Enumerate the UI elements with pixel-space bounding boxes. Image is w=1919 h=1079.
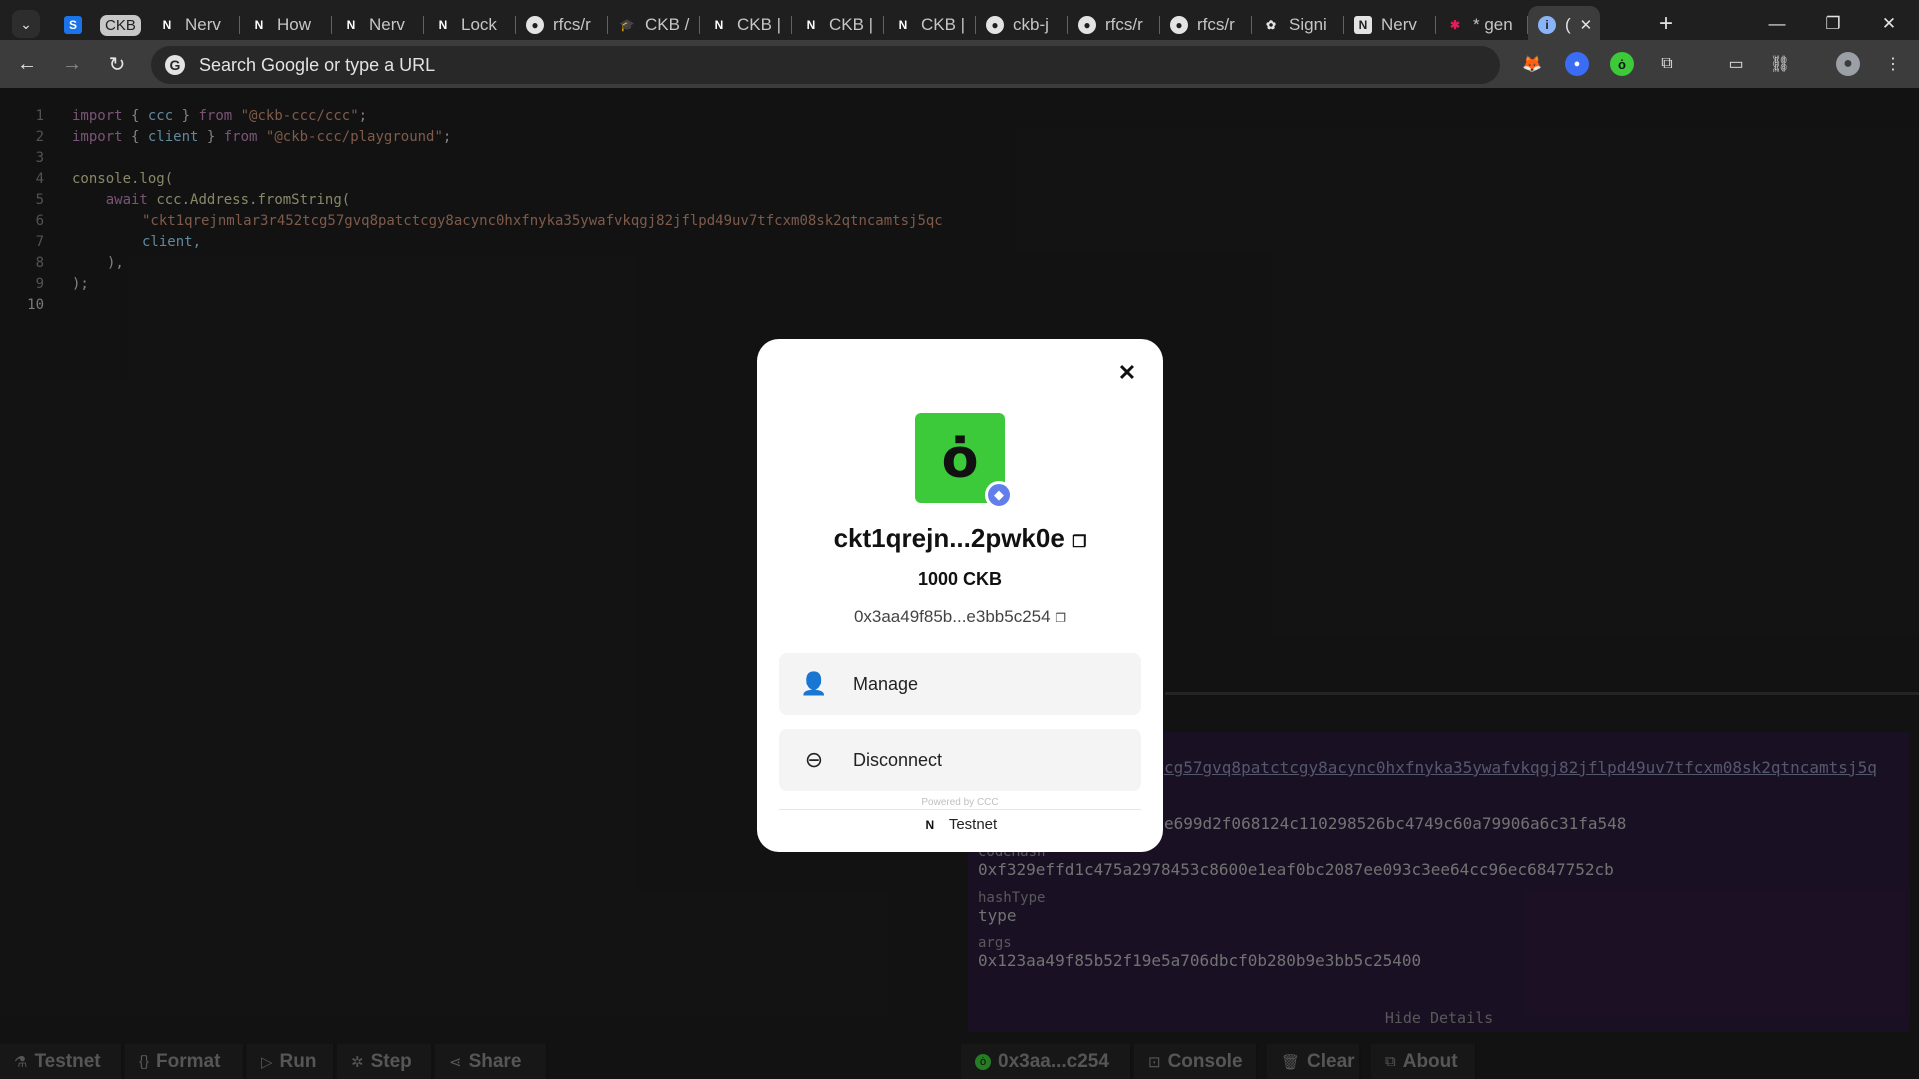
network-indicator[interactable]: N Testnet (779, 809, 1141, 839)
profile-avatar-icon[interactable]: ● (1836, 52, 1860, 76)
playground-page: 1 import { ccc } from "@ckb-ccc/ccc"; 2 … (0, 88, 1919, 1079)
cast-screen-icon[interactable]: ▭ (1724, 52, 1748, 76)
address-title[interactable]: ckt1qrejn...2pwk0e ❐ (757, 523, 1163, 554)
tab-nervos-5[interactable]: N CKB | (700, 6, 792, 44)
openai-icon: ✿ (1265, 18, 1277, 32)
nervos-icon: N (714, 18, 724, 32)
disconnect-button[interactable]: ⊖ Disconnect (779, 729, 1141, 791)
more-menu-icon[interactable]: ⋮ (1881, 52, 1905, 76)
tab-label: CKB | (829, 15, 874, 34)
tab-label: Nerv (1381, 15, 1417, 34)
nervos-icon: N (806, 18, 816, 32)
graduation-icon: 🎓 (619, 18, 635, 32)
tab-github-1[interactable]: ● rfcs/r (516, 6, 608, 44)
tab-label: rfcs/r (1197, 15, 1235, 34)
close-icon[interactable]: ✕ (1114, 360, 1140, 386)
nervos-box-icon: N (1354, 16, 1372, 34)
wallet-glyph-icon: ȯ (941, 426, 979, 490)
disconnect-label: Disconnect (853, 749, 943, 770)
close-tab-icon[interactable]: ✕ (1580, 16, 1593, 34)
tab-label: CKB (100, 14, 141, 36)
manage-button[interactable]: 👤 Manage (779, 653, 1141, 715)
tab-nervos-1[interactable]: N Nerv (148, 6, 240, 44)
tab-github-2[interactable]: ● ckb-j (976, 6, 1068, 44)
tab-label: How (277, 15, 312, 34)
tab-label: * gen (1473, 15, 1513, 34)
tab-label: Signi (1289, 15, 1327, 34)
user-icon: 👤 (800, 671, 828, 696)
tab-nervos-2[interactable]: N How (240, 6, 332, 44)
nervos-icon: N (162, 18, 172, 32)
nervos-icon: N (438, 18, 448, 32)
tab-label: ( (1565, 15, 1571, 34)
eth-address[interactable]: 0x3aa49f85b...e3bb5c254 ❐ (757, 607, 1163, 627)
tab-search-dropdown-icon[interactable]: ⌄ (12, 10, 40, 38)
network-label: Testnet (948, 816, 998, 833)
nervos-icon: N (346, 18, 356, 32)
reload-icon[interactable]: ↻ (103, 50, 131, 78)
tab-label: CKB | (921, 15, 966, 34)
ethereum-icon: ◆ (985, 481, 1013, 509)
tab-nervos-7[interactable]: N CKB | (884, 6, 976, 44)
tab-list: S CKB N Nerv N How N Nerv N Lock ● rfcs/r 🎓 CK… (56, 6, 1600, 44)
tab-label: Nerv (369, 15, 405, 34)
balance: 1000 CKB (917, 569, 1003, 589)
tab-github-4[interactable]: ● rfcs/r (1160, 6, 1252, 44)
tab-label: rfcs/r (553, 15, 591, 34)
tab-label: Lock (461, 15, 497, 34)
tab-ckb-academy[interactable]: 🎓 CKB / (608, 6, 700, 44)
tab-nervos-3[interactable]: N Nerv (332, 6, 424, 44)
address-bar-placeholder: Search Google or type a URL (199, 54, 436, 75)
tab-nervos-4[interactable]: N Lock (424, 6, 516, 44)
tab-nervos-6[interactable]: N CKB | (792, 6, 884, 44)
tab-nervos-box[interactable]: N Nerv (1344, 6, 1436, 44)
metamask-fox-icon[interactable]: 🦊 (1520, 52, 1544, 76)
tab-openai[interactable]: ✿ Signi (1252, 6, 1344, 44)
github-icon: ● (1170, 16, 1188, 34)
browser-toolbar: ← → ↻ G Search Google or type a URL 🦊 ● … (0, 40, 1919, 88)
utxo-wallet-extension-icon[interactable]: ȯ (1610, 52, 1634, 76)
manage-label: Manage (853, 673, 919, 694)
copy-icon[interactable]: ❐ (1055, 611, 1066, 625)
slack-icon: ✱ (1449, 18, 1461, 32)
window-close-icon[interactable]: ✕ (1866, 6, 1912, 42)
tab-ckb[interactable]: CKB (92, 6, 148, 44)
logout-icon: ⊖ (804, 747, 824, 772)
tab-slack[interactable]: ✱ * gen (1436, 6, 1528, 44)
github-icon: ● (526, 16, 544, 34)
wallet-modal: ✕ ȯ ◆ ckt1qrejn...2pwk0e ❐ 1000 CKB 0x3a… (757, 339, 1163, 852)
tab-label: Nerv (185, 15, 221, 34)
extension-blue-circle-icon[interactable]: ● (1565, 52, 1589, 76)
github-icon: ● (986, 16, 1004, 34)
address-bar[interactable]: G Search Google or type a URL (151, 46, 1500, 84)
restore-icon[interactable]: ❐ (1810, 6, 1856, 42)
nervos-icon: N (925, 817, 935, 832)
tab-label: CKB | (737, 15, 782, 34)
s-app-icon: S (64, 16, 82, 34)
tab-label: CKB / (645, 15, 690, 34)
nervos-icon: N (254, 18, 264, 32)
ccc-icon: i (1538, 16, 1556, 34)
tab-label: ckb-j (1013, 15, 1049, 34)
github-icon: ● (1078, 16, 1096, 34)
extensions-puzzle-icon[interactable]: ⧉ (1655, 52, 1679, 76)
tab-github-3[interactable]: ● rfcs/r (1068, 6, 1160, 44)
link-icon[interactable]: ⛓ (1768, 52, 1792, 76)
tab-label: rfcs/r (1105, 15, 1143, 34)
nervos-icon: N (898, 18, 908, 32)
copy-icon[interactable]: ❐ (1072, 534, 1086, 551)
eth-address-text: 0x3aa49f85b...e3bb5c254 (853, 607, 1051, 626)
tab-s-app[interactable]: S (56, 6, 92, 44)
forward-arrow-icon[interactable]: → (58, 50, 86, 78)
address-short: ckt1qrejn...2pwk0e (833, 523, 1065, 553)
tab-active-ccc[interactable]: i ( ✕ (1528, 6, 1600, 44)
powered-by: Powered by CCC (921, 797, 999, 808)
google-icon: G (165, 55, 185, 75)
new-tab-plus-icon[interactable]: + (1652, 10, 1680, 38)
minimize-icon[interactable]: — (1754, 6, 1800, 42)
back-arrow-icon[interactable]: ← (13, 50, 41, 78)
